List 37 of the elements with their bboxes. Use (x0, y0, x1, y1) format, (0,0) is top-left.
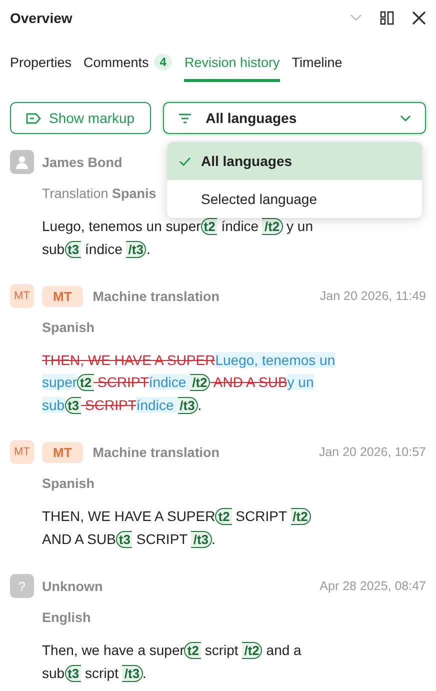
avatar: ? (10, 574, 34, 598)
revision-text: Luego, tenemos un super t2 índice /t2 y un sub t3 índice /t3 . (42, 217, 314, 260)
layout-icon[interactable] (380, 11, 394, 25)
author-name: James Bond (42, 154, 122, 170)
tab[interactable]: Comments 4 (84, 44, 172, 82)
revision-date: Jan 20 2026, 10:57 (318, 445, 426, 459)
revision-text: THEN, WE HAVE A SUPER t2 SCRIPT /t2 AND A SUB t3 SCRIPT /t3 . (42, 505, 342, 551)
tab[interactable]: Timeline (292, 44, 342, 82)
check-icon (179, 157, 191, 166)
count-badge: 4 (154, 54, 172, 70)
revision-date: Jan 20 2026, 11:49 (320, 289, 426, 303)
revision-subtitle: English (42, 610, 91, 625)
user-avatar (10, 150, 34, 174)
tab[interactable]: Revision history (184, 44, 280, 82)
tab[interactable]: Properties (10, 44, 72, 82)
author-name: Unknown (42, 578, 103, 594)
menu-item[interactable]: All languages (167, 142, 422, 180)
revision-subtitle: Translation Spanis (42, 186, 156, 201)
filter-icon (178, 112, 192, 124)
revision-subtitle: Spanish (42, 476, 95, 491)
menu-item[interactable]: Selected language (167, 180, 422, 218)
revision-text: Then, we have a super t2 script /t2 and a sub t3 script /t3 . (42, 641, 302, 684)
source-badge: MT (42, 286, 83, 306)
avatar: MT (10, 284, 34, 308)
avatar: MT (10, 440, 34, 464)
source-badge: MT (42, 442, 83, 462)
author-name: Machine translation (92, 288, 220, 304)
show-markup-button[interactable]: Show markup (10, 102, 151, 134)
revision-text: THEN, WE HAVE A SUPERLuego, tenemos un super t2 SCRIPTíndice /t2 AND A SUBy un sub t3 SCRIPTíndice /t3 . (42, 351, 336, 416)
chevron-down-icon (400, 114, 411, 122)
tag-icon (26, 112, 41, 124)
revision-date: Apr 28 2025, 08:47 (320, 579, 426, 593)
revision-subtitle: Spanish (42, 320, 95, 335)
author-name: Machine translation (92, 444, 220, 460)
panel-title: Overview (10, 10, 74, 26)
close-icon[interactable] (412, 11, 426, 25)
language-filter-dropdown[interactable]: All languages (162, 102, 426, 134)
